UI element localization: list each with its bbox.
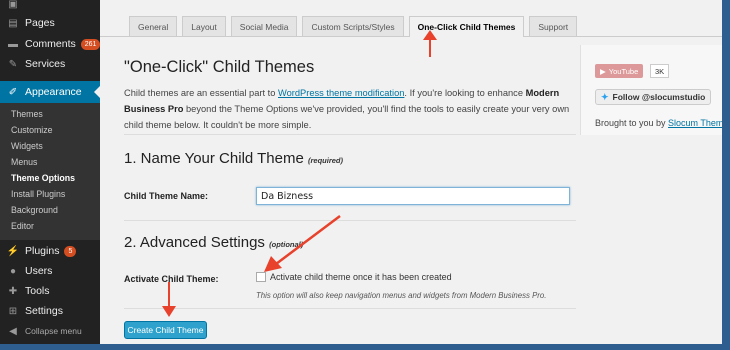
app-frame: ▣ ▤ Pages ▬ Comments 261 ✎ Services ✐ Ap… <box>0 0 722 344</box>
admin-sidebar: ▣ ▤ Pages ▬ Comments 261 ✎ Services ✐ Ap… <box>0 0 101 344</box>
sidebar-item-pages[interactable]: ▤ Pages <box>0 13 100 33</box>
settings-icon: ⊞ <box>8 305 18 317</box>
sidebar-item-label: Collapse menu <box>25 326 82 336</box>
activate-checkbox-label[interactable]: Activate child theme once it has been cr… <box>270 272 452 282</box>
tab-one-click-child-themes[interactable]: One-Click Child Themes <box>408 16 525 37</box>
collapse-icon: ◀ <box>9 325 17 337</box>
services-icon: ✎ <box>8 58 18 70</box>
promo-sidebar-box: ▶ YouTube 3K ✦ Follow @slocumstudio Brou… <box>580 45 722 135</box>
main-content: General Layout Social Media Custom Scrip… <box>100 0 722 344</box>
users-icon: ● <box>9 265 17 277</box>
brought-prefix: Brought to you by <box>595 118 669 128</box>
intro-text: Child themes are an essential part to <box>124 88 278 98</box>
appearance-submenu: Themes Customize Widgets Menus Theme Opt… <box>0 103 100 240</box>
sidebar-item-services[interactable]: ✎ Services <box>0 54 100 74</box>
tab-support[interactable]: Support <box>529 16 578 36</box>
intro-paragraph: Child themes are an essential part to Wo… <box>124 85 576 133</box>
youtube-icon: ▶ <box>600 66 606 76</box>
sidebar-item-label: Services <box>25 58 66 70</box>
section-heading-name: 1. Name Your Child Theme (required) <box>124 150 343 167</box>
sidebar-item-comments[interactable]: ▬ Comments 261 <box>0 34 101 54</box>
section-heading-advanced: 2. Advanced Settings (optional) <box>124 234 303 251</box>
sidebar-item-users[interactable]: ● Users <box>0 261 100 281</box>
sidebar-item-plugins[interactable]: ⚡ Plugins 5 <box>0 241 100 261</box>
sidebar-item-label: Users <box>25 265 53 277</box>
submenu-item-background[interactable]: Background <box>11 205 58 215</box>
section-heading-text: 1. Name Your Child Theme <box>124 150 304 167</box>
tab-custom-scripts-styles[interactable]: Custom Scripts/Styles <box>302 16 404 36</box>
submenu-item-editor[interactable]: Editor <box>11 221 34 231</box>
activate-child-theme-checkbox[interactable] <box>256 272 266 282</box>
sidebar-item-label: Comments <box>25 38 76 50</box>
submenu-item-themes[interactable]: Themes <box>11 109 43 119</box>
section-divider <box>124 308 576 309</box>
activate-hint-text: This option will also keep navigation me… <box>256 291 547 300</box>
sidebar-item-label: Pages <box>25 17 55 29</box>
twitter-follow-button[interactable]: ✦ Follow @slocumstudio <box>595 89 712 105</box>
create-child-theme-button[interactable]: Create Child Theme <box>124 321 207 339</box>
submenu-item-widgets[interactable]: Widgets <box>11 141 43 151</box>
appearance-icon: ✐ <box>8 86 18 98</box>
child-theme-name-label: Child Theme Name: <box>124 191 209 201</box>
sidebar-item-media[interactable]: ▣ <box>0 0 100 14</box>
submenu-item-theme-options[interactable]: Theme Options <box>11 173 75 183</box>
tab-social-media[interactable]: Social Media <box>230 16 298 36</box>
sidebar-item-settings[interactable]: ⊞ Settings <box>0 301 100 321</box>
tab-layout[interactable]: Layout <box>182 16 226 36</box>
media-icon: ▣ <box>8 0 18 10</box>
submenu-item-install-plugins[interactable]: Install Plugins <box>11 189 65 199</box>
tools-icon: ✚ <box>8 285 18 297</box>
submenu-item-customize[interactable]: Customize <box>11 125 53 135</box>
intro-text: beyond the Theme Options we've provided,… <box>124 104 570 130</box>
pages-icon: ▤ <box>8 17 18 29</box>
youtube-label: YouTube <box>608 66 639 76</box>
slocum-themes-link[interactable]: Slocum Themes <box>668 118 722 128</box>
plugins-count-badge: 5 <box>64 245 77 257</box>
collapse-menu-button[interactable]: ◀ Collapse menu <box>0 321 100 341</box>
sidebar-item-label: Plugins <box>25 245 60 257</box>
plugins-icon: ⚡ <box>6 245 20 257</box>
brought-to-you-text: Brought to you by Slocum Themes <box>595 118 722 128</box>
youtube-subscriber-count: 3K <box>650 64 670 78</box>
sidebar-item-label: Appearance <box>25 86 82 98</box>
intro-text: . If you're looking to enhance <box>404 88 526 98</box>
section-divider <box>124 220 576 221</box>
sidebar-item-label: Tools <box>25 285 50 297</box>
comments-count-badge: 261 <box>80 38 101 50</box>
comments-icon: ▬ <box>8 38 18 50</box>
sidebar-item-label: Settings <box>25 305 63 317</box>
section-heading-text: 2. Advanced Settings <box>124 234 265 251</box>
submenu-item-menus[interactable]: Menus <box>11 157 37 167</box>
child-theme-name-input[interactable] <box>256 187 570 205</box>
youtube-button[interactable]: ▶ YouTube <box>595 64 644 78</box>
page-title: "One-Click" Child Themes <box>124 58 315 76</box>
optional-tag: (optional) <box>269 240 304 249</box>
twitter-bird-icon: ✦ <box>601 91 609 102</box>
options-tabs: General Layout Social Media Custom Scrip… <box>129 16 582 37</box>
activate-child-theme-label: Activate Child Theme: <box>124 274 219 284</box>
sidebar-item-tools[interactable]: ✚ Tools <box>0 281 100 301</box>
twitter-follow-label: Follow @slocumstudio <box>612 92 706 102</box>
required-tag: (required) <box>308 156 344 165</box>
tab-general[interactable]: General <box>129 16 178 36</box>
wordpress-theme-modification-link[interactable]: WordPress theme modification <box>278 88 404 98</box>
sidebar-item-appearance[interactable]: ✐ Appearance <box>0 81 100 103</box>
section-divider <box>124 134 576 135</box>
